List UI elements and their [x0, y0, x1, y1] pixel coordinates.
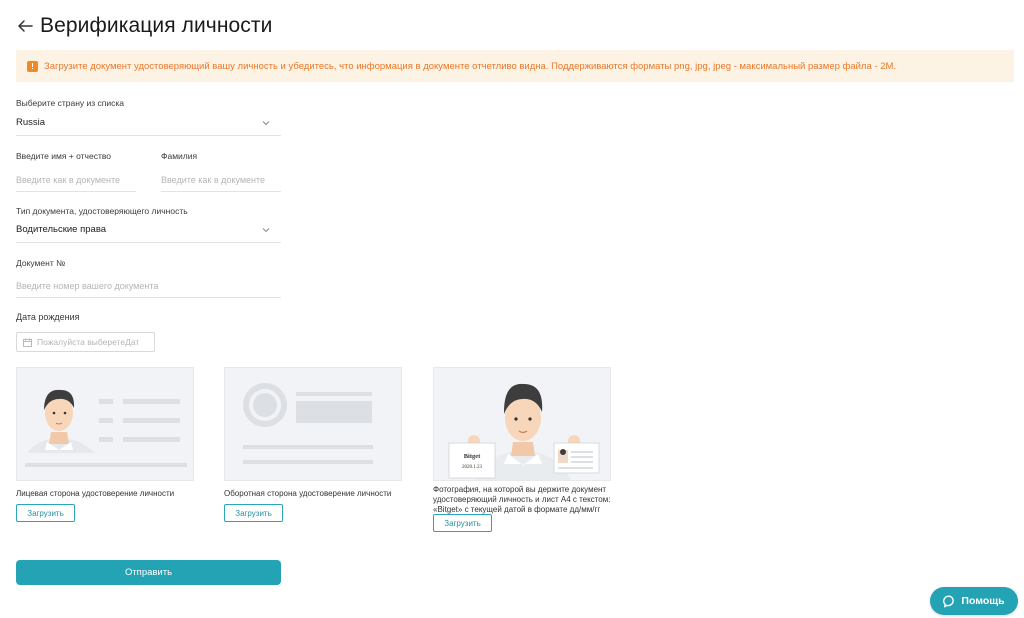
birth-date-picker[interactable]: Пожалуйста выберетеДат — [16, 332, 155, 352]
info-banner-text: Загрузите документ удостоверяющий вашу л… — [44, 60, 897, 72]
doc-type-select-value: Водительские права — [16, 224, 107, 235]
upload-front-button[interactable]: Загрузить — [16, 504, 75, 522]
info-banner: Загрузите документ удостоверяющий вашу л… — [16, 50, 1014, 82]
upload-back-button[interactable]: Загрузить — [224, 504, 283, 522]
chevron-down-icon — [262, 120, 270, 125]
doc-type-select[interactable]: Водительские права — [16, 217, 281, 243]
arrow-left-icon[interactable] — [16, 17, 34, 35]
first-name-label: Введите имя + отчество — [16, 151, 111, 161]
upload-selfie-button[interactable]: Загрузить — [433, 514, 492, 532]
id-front-illustration — [25, 389, 187, 467]
calendar-icon — [23, 338, 32, 347]
chat-bubble-icon — [943, 595, 955, 607]
chevron-down-icon — [262, 227, 270, 232]
selfie-caption: Фотография, на которой вы держите докуме… — [433, 485, 611, 514]
selfie-illustration: Bitget 2020.1.23 — [448, 383, 600, 480]
birth-date-label: Дата рождения — [16, 312, 80, 322]
selfie-sample: Bitget 2020.1.23 — [433, 367, 611, 481]
first-name-input[interactable] — [16, 168, 136, 192]
country-select-value: Russia — [16, 117, 46, 128]
submit-button[interactable]: Отправить — [16, 560, 281, 585]
warning-icon — [27, 60, 38, 72]
birth-date-placeholder: Пожалуйста выберетеДат — [37, 337, 140, 347]
id-front-caption: Лицевая сторона удостоверение личности — [16, 489, 175, 498]
help-button[interactable]: Помощь — [930, 587, 1018, 615]
doc-number-input[interactable] — [16, 274, 281, 298]
page-title: Верификация личности — [40, 14, 273, 37]
country-select[interactable]: Russia — [16, 110, 281, 136]
doc-type-label: Тип документа, удостоверяющего личность — [16, 206, 188, 216]
country-label: Выберите страну из списка — [16, 98, 125, 108]
help-button-label: Помощь — [961, 595, 1005, 607]
last-name-input[interactable] — [161, 168, 281, 192]
id-back-illustration — [243, 383, 373, 464]
last-name-label: Фамилия — [161, 151, 198, 161]
page-header: Верификация личности — [16, 14, 272, 38]
doc-number-label: Документ № — [16, 258, 66, 268]
id-back-caption: Оборотная сторона удостоверение личности — [224, 489, 392, 498]
id-front-sample — [16, 367, 194, 481]
id-back-sample — [224, 367, 402, 481]
sign-title-text: Bitget — [464, 453, 481, 460]
sign-date-text: 2020.1.23 — [462, 465, 483, 470]
